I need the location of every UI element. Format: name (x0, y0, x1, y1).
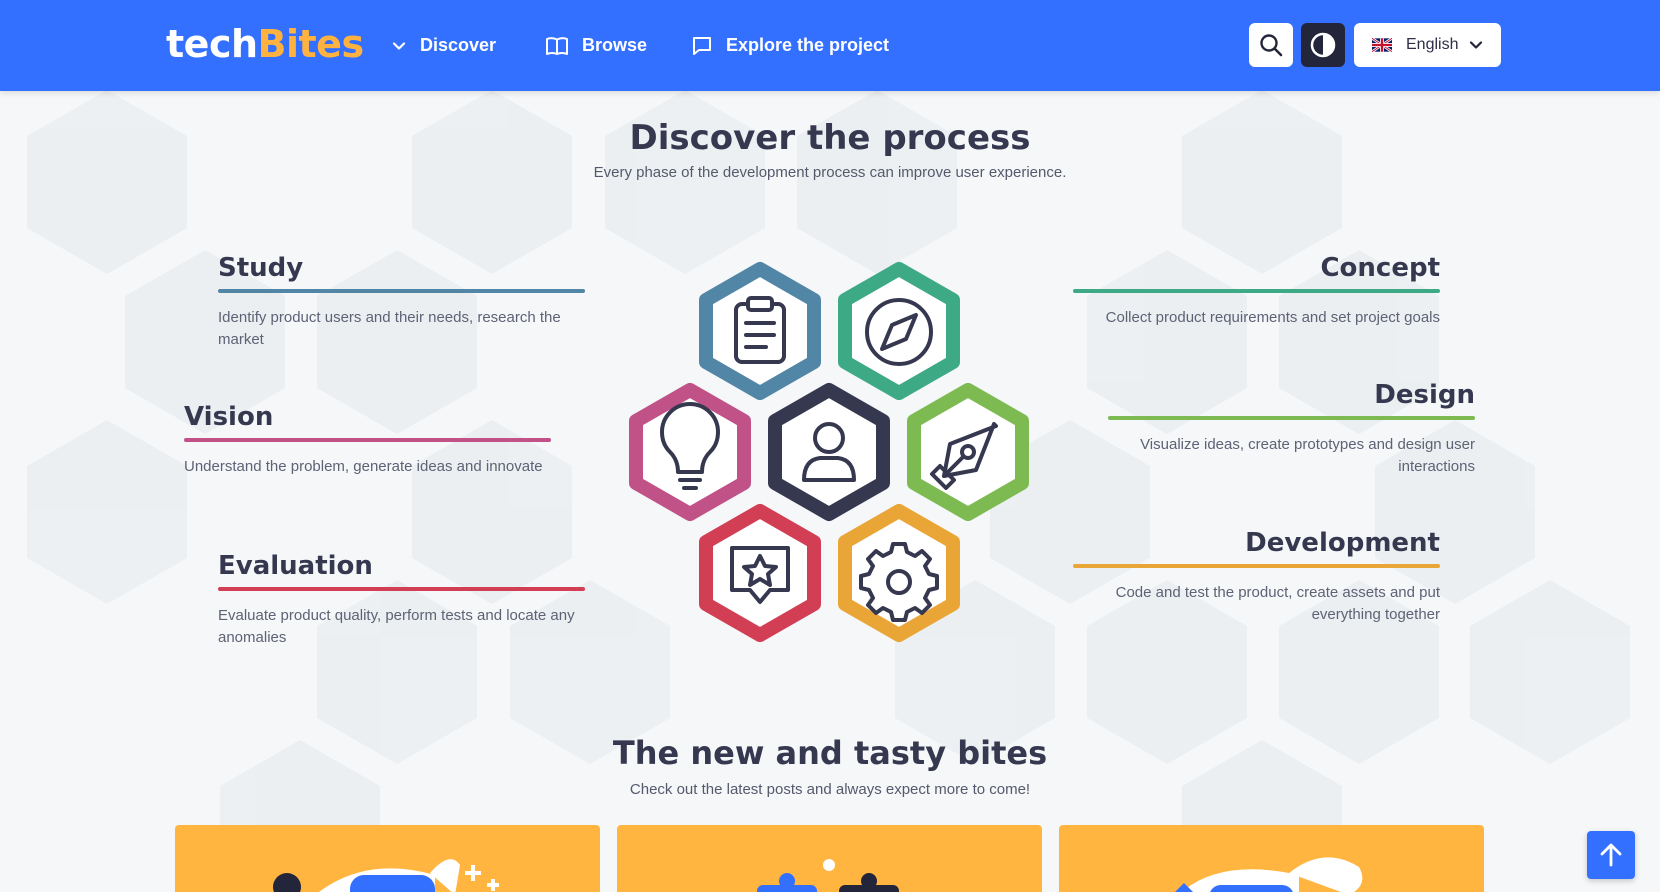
bites-subtitle: Check out the latest posts and always ex… (629, 781, 1031, 798)
bites-title: The new and tasty bites (612, 734, 1048, 772)
concept-hex (838, 262, 960, 400)
contrast-icon (1310, 32, 1336, 58)
step-development-title: Development (1245, 528, 1440, 558)
step-study-text: Identify product users and their needs, … (218, 309, 561, 348)
language-select[interactable]: English (1354, 23, 1501, 67)
step-evaluation: Evaluation Evaluate product quality, per… (218, 551, 585, 649)
process-title: Discover the process (629, 118, 1031, 158)
evaluation-hex (699, 504, 821, 642)
post-illustration (757, 859, 899, 892)
step-design-title: Design (1374, 380, 1475, 410)
design-hex (907, 383, 1029, 521)
step-vision-text: Understand the problem, generate ideas a… (184, 458, 543, 475)
step-design: Design Visualize ideas, create prototype… (1108, 380, 1475, 478)
process-hex-cluster (629, 262, 1029, 642)
post-card[interactable] (617, 825, 1042, 892)
step-design-underline (1108, 416, 1475, 420)
step-vision-title: Vision (184, 402, 274, 432)
step-vision: Vision Understand the problem, generate … (184, 402, 551, 478)
search-button[interactable] (1249, 23, 1293, 67)
development-hex (838, 504, 960, 642)
post-illustration (1175, 857, 1363, 892)
top-navbar: techBites Discover Browse Explore the pr… (0, 0, 1660, 91)
post-card[interactable] (175, 825, 600, 892)
vision-hex (629, 383, 751, 521)
step-concept-underline (1073, 289, 1440, 293)
nav-browse[interactable]: Browse (546, 0, 647, 91)
post-illustration (273, 859, 499, 892)
techbites-logo[interactable]: techBites (166, 22, 364, 66)
chat-icon (693, 36, 711, 55)
study-hex (699, 262, 821, 400)
step-design-text: Visualize ideas, create prototypes and d… (1140, 436, 1475, 475)
step-vision-underline (184, 438, 551, 442)
step-concept-text: Collect product requirements and set pro… (1105, 309, 1440, 326)
chevron-down-icon (392, 41, 406, 50)
process-subtitle: Every phase of the development process c… (593, 164, 1067, 181)
arrow-up-icon (1600, 843, 1622, 867)
nav-discover-label: Discover (420, 35, 497, 55)
nav-browse-label: Browse (582, 35, 648, 55)
step-study-underline (218, 289, 585, 293)
step-concept: Concept Collect product requirements and… (1073, 253, 1440, 329)
step-concept-title: Concept (1320, 253, 1440, 283)
nav-discover[interactable]: Discover (392, 0, 496, 91)
step-evaluation-underline (218, 587, 585, 591)
step-development-text: Code and test the product, create assets… (1115, 584, 1440, 623)
user-hex (768, 383, 890, 521)
step-development: Development Code and test the product, c… (1073, 528, 1440, 626)
nav-explore-project[interactable]: Explore the project (692, 0, 889, 91)
uk-flag-icon (1372, 38, 1392, 52)
post-card[interactable] (1059, 825, 1484, 892)
book-icon (546, 36, 568, 55)
step-evaluation-text: Evaluate product quality, perform tests … (218, 607, 575, 646)
step-study-title: Study (218, 253, 304, 283)
scroll-to-top-button[interactable] (1587, 831, 1635, 879)
language-label: English (1406, 36, 1459, 53)
search-icon (1260, 34, 1283, 57)
contrast-toggle-button[interactable] (1301, 23, 1345, 67)
step-development-underline (1073, 564, 1440, 568)
nav-explore-label: Explore the project (726, 35, 890, 55)
step-evaluation-title: Evaluation (218, 551, 373, 581)
chevron-down-icon (1469, 41, 1483, 49)
step-study: Study Identify product users and their n… (218, 253, 585, 351)
